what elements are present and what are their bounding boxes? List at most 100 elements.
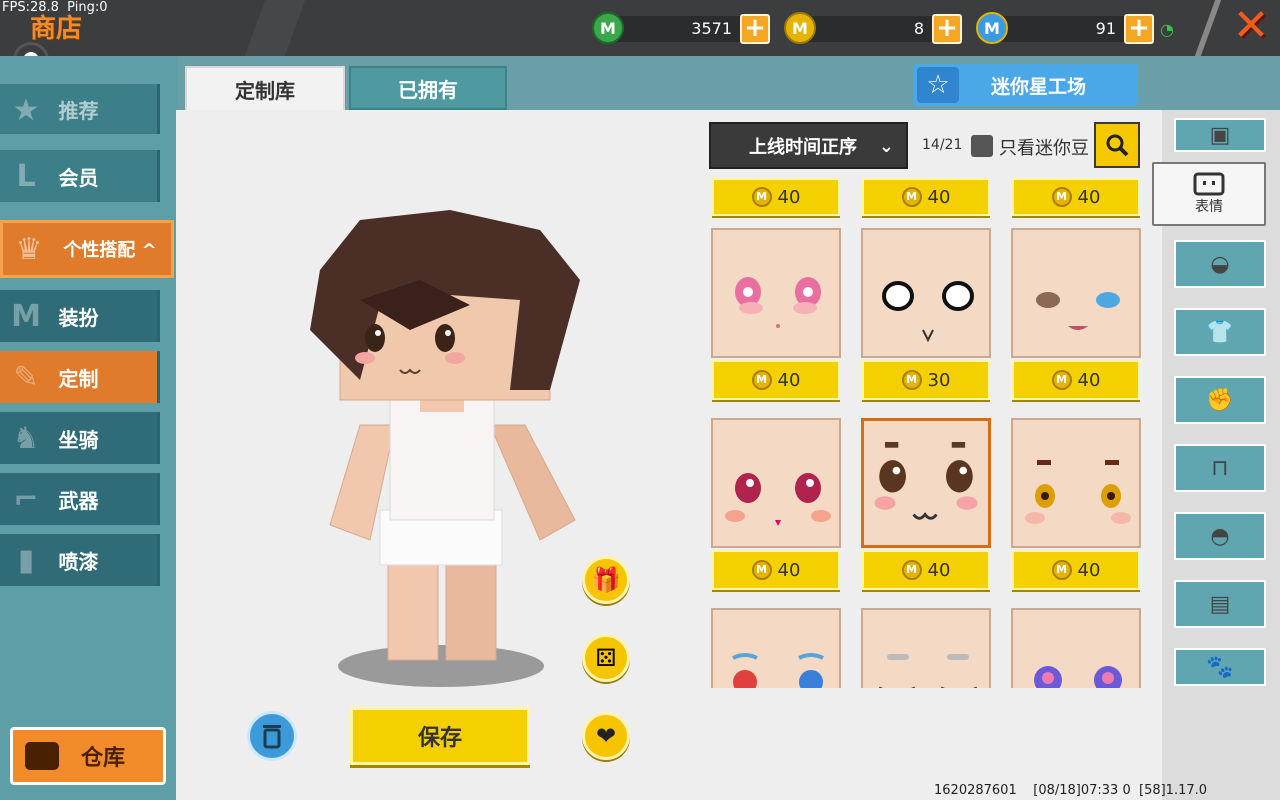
coin-icon: M bbox=[1051, 560, 1072, 580]
face-item[interactable] bbox=[1011, 228, 1141, 358]
price-button[interactable]: M 40 bbox=[1012, 360, 1140, 400]
face-item[interactable] bbox=[861, 608, 991, 688]
face-item[interactable] bbox=[1011, 418, 1141, 548]
price-value: 40 bbox=[777, 186, 801, 208]
close-button[interactable]: ✕ bbox=[1228, 4, 1274, 50]
face-preview bbox=[882, 281, 974, 343]
shoes-icon: ◓ bbox=[1210, 523, 1230, 549]
save-button[interactable]: 保存 bbox=[350, 707, 530, 765]
sidebar-item-label: 定制 bbox=[58, 366, 99, 391]
add-gem-button[interactable]: + bbox=[740, 14, 770, 44]
character-preview[interactable] bbox=[300, 210, 590, 670]
category-gloves[interactable]: ✊ bbox=[1174, 376, 1266, 424]
tab-custom-library[interactable]: 定制库 bbox=[185, 66, 345, 110]
price-value: 40 bbox=[927, 559, 951, 581]
favorite-button[interactable]: ❤ bbox=[582, 712, 630, 760]
price-value: 40 bbox=[1077, 369, 1101, 391]
sidebar-item-weapon[interactable]: ⌐ 武器 bbox=[0, 473, 160, 525]
sidebar-item-label: 个性搭配 ^ bbox=[63, 240, 157, 261]
warehouse-label: 仓库 bbox=[80, 746, 125, 771]
page-count: 14/21 bbox=[922, 137, 963, 153]
face-preview bbox=[735, 277, 821, 328]
category-shoes[interactable]: ◓ bbox=[1174, 512, 1266, 560]
decor-stripe bbox=[244, 0, 306, 56]
workshop-button[interactable]: ☆ 迷你星工场 bbox=[913, 64, 1138, 106]
sidebar-item-mount[interactable]: ♞ 坐骑 bbox=[0, 412, 160, 464]
price-button[interactable]: M 40 bbox=[712, 360, 840, 400]
sidebar-item-recommend[interactable]: ★ 推荐 bbox=[0, 84, 160, 134]
only-mini-bean-label: 只看迷你豆 bbox=[999, 138, 1089, 159]
heart-icon: ❤ bbox=[595, 722, 617, 750]
star-icon: ☆ bbox=[917, 67, 959, 103]
mini-bean-icon: M bbox=[976, 12, 1008, 44]
price-button[interactable]: M 40 bbox=[1012, 178, 1140, 216]
gun-icon: ⌐ bbox=[13, 481, 39, 517]
sidebar-item-label: 会员 bbox=[58, 165, 99, 190]
gift-button[interactable]: 🎁 bbox=[582, 556, 630, 604]
search-button[interactable] bbox=[1094, 122, 1140, 168]
currency-value: 3571 bbox=[691, 19, 732, 38]
vip-icon: L bbox=[16, 158, 36, 194]
face-preview bbox=[1036, 292, 1120, 330]
face-item[interactable] bbox=[711, 418, 841, 548]
price-button[interactable]: M 40 bbox=[1012, 550, 1140, 590]
star-icon: ★ bbox=[12, 92, 40, 128]
tab-owned[interactable]: 已拥有 bbox=[349, 66, 507, 110]
category-backpack[interactable]: ▤ bbox=[1174, 580, 1266, 628]
spray-can-icon: ▮ bbox=[17, 542, 35, 578]
sidebar-item-customize[interactable]: ✎ 定制 bbox=[0, 351, 160, 403]
sidebar-item-vip[interactable]: L 会员 bbox=[0, 150, 160, 202]
face-preview bbox=[879, 654, 977, 688]
category-pants[interactable]: ⊓ bbox=[1174, 444, 1266, 492]
face-item[interactable] bbox=[861, 228, 991, 358]
face-item[interactable] bbox=[711, 608, 841, 688]
face-item-selected[interactable] bbox=[861, 418, 991, 548]
price-button[interactable]: M 40 bbox=[862, 178, 990, 216]
category-expression[interactable]: 表情 bbox=[1152, 162, 1266, 226]
sidebar-item-dressup[interactable]: M 装扮 bbox=[0, 290, 160, 342]
gold-coin-icon: M bbox=[784, 12, 816, 44]
add-coin-button[interactable]: + bbox=[932, 14, 962, 44]
coin-icon: M bbox=[751, 370, 772, 390]
price-value: 40 bbox=[1077, 559, 1101, 581]
price-button[interactable]: M 40 bbox=[862, 550, 990, 590]
warehouse-button[interactable]: 仓库 bbox=[10, 727, 166, 785]
category-pet[interactable]: 🐾 bbox=[1174, 648, 1266, 686]
price-button[interactable]: M 30 bbox=[862, 360, 990, 400]
price-button[interactable]: M 40 bbox=[712, 550, 840, 590]
face-item[interactable] bbox=[1011, 608, 1141, 688]
decor-stripe bbox=[1194, 0, 1222, 56]
dice-icon: ⚄ bbox=[595, 644, 617, 672]
delete-button[interactable] bbox=[247, 711, 297, 761]
coin-icon: M bbox=[1051, 370, 1072, 390]
sidebar-item-label: 装扮 bbox=[58, 305, 99, 330]
sidebar-item-label: 喷漆 bbox=[58, 549, 99, 574]
sort-label: 上线时间正序 bbox=[749, 136, 857, 158]
face-preview bbox=[874, 441, 978, 520]
random-button[interactable]: ⚄ bbox=[582, 634, 630, 682]
wifi-icon: ◔ bbox=[1160, 20, 1174, 39]
add-bean-button[interactable]: + bbox=[1124, 14, 1154, 44]
currency-value: 91 bbox=[1095, 19, 1116, 38]
face-item[interactable] bbox=[711, 228, 841, 358]
gift-icon: 🎁 bbox=[591, 566, 621, 594]
face-preview bbox=[1025, 460, 1131, 524]
coin-icon: M bbox=[751, 187, 772, 207]
only-mini-bean-checkbox[interactable] bbox=[971, 135, 993, 157]
category-mask[interactable]: ◒ bbox=[1174, 240, 1266, 288]
warehouse-icon bbox=[25, 742, 59, 770]
chevron-down-icon: ⌄ bbox=[878, 136, 894, 157]
sidebar-item-spray[interactable]: ▮ 喷漆 bbox=[0, 534, 160, 586]
sidebar-item-personal-style[interactable]: ♛ 个性搭配 ^ bbox=[0, 220, 174, 278]
price-button[interactable]: M 40 bbox=[712, 178, 840, 216]
coin-icon: M bbox=[751, 560, 772, 580]
pants-icon: ⊓ bbox=[1211, 455, 1229, 481]
price-value: 40 bbox=[927, 186, 951, 208]
currency-value: 8 bbox=[913, 19, 924, 38]
category-top[interactable]: 👕 bbox=[1174, 308, 1266, 356]
sidebar-item-label: 坐骑 bbox=[58, 427, 99, 452]
gloves-icon: ✊ bbox=[1206, 387, 1234, 413]
sort-dropdown[interactable]: 上线时间正序 ⌄ bbox=[709, 122, 908, 169]
category-head[interactable]: ▣ bbox=[1174, 118, 1266, 152]
face-preview bbox=[725, 473, 831, 526]
